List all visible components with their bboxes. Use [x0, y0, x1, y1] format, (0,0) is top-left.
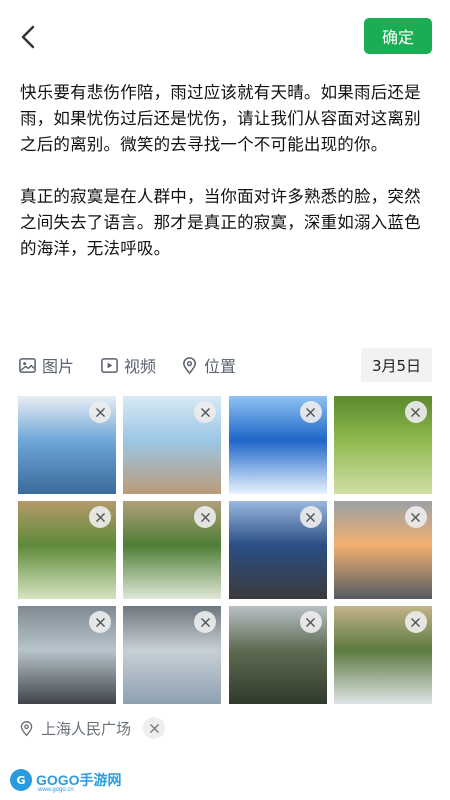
- post-paragraph: 真正的寂寞是在人群中，当你面对许多熟悉的脸，突然之间失去了语言。那才是真正的寂寞…: [20, 187, 421, 258]
- photo-thumbnail[interactable]: [228, 501, 327, 599]
- remove-photo-button[interactable]: [404, 506, 427, 528]
- location-pin-icon: [20, 720, 33, 736]
- photo-thumbnail[interactable]: [18, 501, 116, 599]
- post-text[interactable]: 快乐要有悲伤作陪，雨过应该就有天晴。如果雨后还是雨，如果忧伤过后还是忧伤，请让我…: [20, 80, 436, 288]
- remove-photo-button[interactable]: [89, 611, 111, 633]
- close-icon: [149, 723, 159, 733]
- photo-thumbnail[interactable]: [18, 396, 116, 494]
- remove-photo-button[interactable]: [299, 611, 322, 633]
- photo-thumbnail[interactable]: [123, 396, 222, 494]
- photo-thumbnail[interactable]: [228, 396, 327, 494]
- chevron-left-icon: [21, 25, 35, 49]
- video-icon: [101, 357, 118, 373]
- close-icon: [411, 512, 421, 522]
- photo-thumbnail[interactable]: [123, 501, 222, 599]
- video-label: 视频: [124, 357, 157, 376]
- remove-photo-button[interactable]: [404, 401, 427, 423]
- close-icon: [201, 407, 210, 417]
- location-name: 上海人民广场: [41, 719, 132, 738]
- add-image-button[interactable]: 图片: [18, 352, 74, 378]
- close-icon: [95, 617, 105, 627]
- top-bar: 确定: [0, 0, 450, 70]
- date-picker[interactable]: 3月5日: [361, 348, 432, 382]
- photo-thumbnail[interactable]: [18, 606, 116, 704]
- selected-location[interactable]: 上海人民广场: [18, 714, 166, 742]
- close-icon: [306, 617, 315, 627]
- add-location-button[interactable]: 位置: [180, 352, 236, 378]
- remove-photo-button[interactable]: [89, 401, 111, 423]
- location-pin-icon: [183, 356, 196, 374]
- photo-thumbnail[interactable]: [333, 606, 432, 704]
- photo-thumbnail[interactable]: [333, 501, 432, 599]
- remove-photo-button[interactable]: [299, 506, 322, 528]
- clear-location-button[interactable]: [143, 717, 166, 739]
- close-icon: [201, 617, 210, 627]
- image-icon: [19, 357, 36, 373]
- remove-photo-button[interactable]: [299, 401, 322, 423]
- confirm-button[interactable]: 确定: [364, 18, 432, 54]
- add-video-button[interactable]: 视频: [100, 352, 156, 378]
- watermark-url: www.gogo.cn: [38, 787, 74, 793]
- close-icon: [95, 512, 105, 522]
- close-icon: [411, 617, 421, 627]
- photo-thumbnail[interactable]: [228, 606, 327, 704]
- remove-photo-button[interactable]: [89, 506, 111, 528]
- photo-thumbnail[interactable]: [333, 396, 432, 494]
- close-icon: [306, 512, 315, 522]
- watermark-logo: G GOGO手游网 www.gogo.cn: [10, 766, 122, 794]
- close-icon: [201, 512, 210, 522]
- photo-thumbnail[interactable]: [123, 606, 222, 704]
- location-label: 位置: [204, 357, 237, 376]
- attachment-toolbar: 图片 视频 位置 3月5日: [18, 348, 432, 382]
- post-paragraph: 快乐要有悲伤作陪，雨过应该就有天晴。如果雨后还是雨，如果忧伤过后还是忧伤，请让我…: [20, 83, 421, 154]
- close-icon: [411, 407, 421, 417]
- gogo-logo-icon: G: [10, 769, 32, 791]
- image-label: 图片: [42, 357, 75, 376]
- close-icon: [95, 407, 105, 417]
- close-icon: [306, 407, 315, 417]
- remove-photo-button[interactable]: [404, 611, 427, 633]
- back-button[interactable]: [14, 22, 44, 52]
